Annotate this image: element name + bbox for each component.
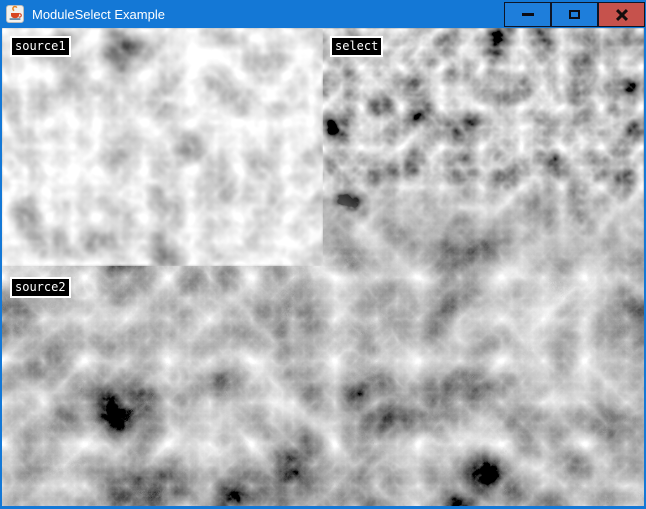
noise-render-svg [2, 28, 644, 506]
title-bar[interactable]: ModuleSelect Example [0, 0, 646, 28]
window-controls [504, 2, 645, 27]
source1-label: source1 [10, 36, 71, 57]
select-label: select [330, 36, 383, 57]
app-window: ModuleSelect Example [0, 0, 646, 509]
window-title: ModuleSelect Example [32, 7, 165, 22]
java-coffee-cup-icon [6, 5, 24, 23]
source2-label: source2 [10, 277, 71, 298]
maximize-icon [569, 10, 580, 19]
close-button[interactable] [598, 2, 645, 27]
minimize-icon [522, 13, 534, 16]
source1-texture [2, 28, 323, 266]
minimize-button[interactable] [504, 2, 551, 27]
maximize-button[interactable] [551, 2, 598, 27]
render-canvas: source1 select source2 [2, 28, 644, 506]
